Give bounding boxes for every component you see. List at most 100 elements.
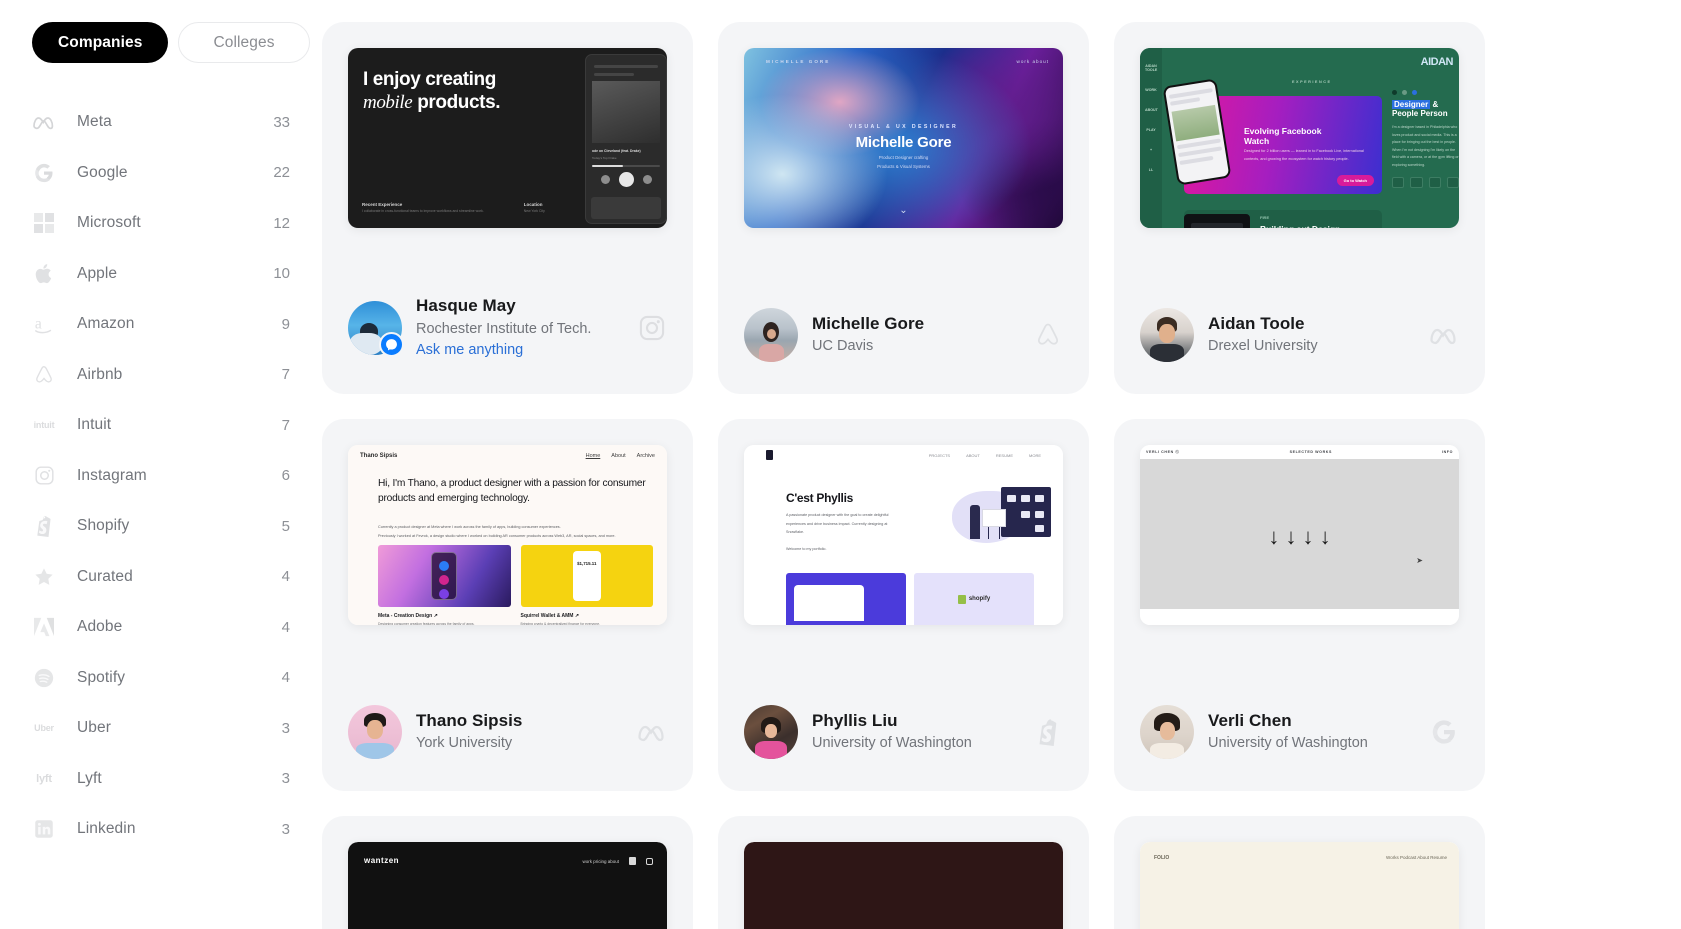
linkedin-icon bbox=[32, 817, 56, 841]
meta-icon bbox=[32, 110, 56, 134]
sidebar-item-count: 4 bbox=[281, 618, 290, 636]
footer-label: Location bbox=[523, 201, 543, 207]
about-heading-highlight: Designer bbox=[1392, 100, 1431, 109]
sidebar-item-count: 3 bbox=[281, 770, 290, 788]
sidebar-item-linkedin[interactable]: Linkedin 3 bbox=[32, 804, 290, 855]
person-school: Drexel University bbox=[1208, 338, 1318, 355]
nav-more[interactable]: MORE bbox=[1029, 453, 1041, 458]
thumb-desc-line1: Product Designer crafting bbox=[878, 155, 929, 160]
portfolio-grid: I enjoy creating mobile products. ode on… bbox=[322, 22, 1681, 929]
card-thumbnail[interactable]: MICHELLE GORE work about VISUAL & UX DES… bbox=[744, 48, 1063, 228]
sidebar-item-microsoft[interactable]: Microsoft 12 bbox=[32, 198, 290, 249]
nav-home[interactable]: Home bbox=[586, 453, 601, 459]
avatar[interactable] bbox=[744, 308, 798, 362]
adobe-icon bbox=[32, 615, 56, 639]
sidebar-item-intuit[interactable]: intuit Intuit 7 bbox=[32, 400, 290, 451]
project-caption-sub: Designing consumer creation features acr… bbox=[378, 622, 475, 625]
sidebar-item-airbnb[interactable]: Airbnb 7 bbox=[32, 350, 290, 401]
card-thumbnail[interactable]: I enjoy creating mobile products. ode on… bbox=[348, 48, 667, 228]
down-arrows: ↓ ↓ ↓ ↓ bbox=[1268, 524, 1331, 549]
apple-icon bbox=[32, 262, 56, 286]
avatar[interactable] bbox=[1140, 308, 1194, 362]
wallet-amount: $1,715.11 bbox=[577, 561, 597, 566]
portfolio-card[interactable] bbox=[718, 816, 1089, 929]
person-school: UC Davis bbox=[812, 338, 874, 355]
nav-projects[interactable]: PROJECTS bbox=[929, 453, 950, 458]
sidebar-item-uber[interactable]: Uber Uber 3 bbox=[32, 703, 290, 754]
person-name: Michelle Gore bbox=[812, 313, 925, 333]
linkedin-icon[interactable] bbox=[629, 857, 636, 865]
instagram-icon[interactable] bbox=[1428, 177, 1441, 189]
sidebar-item-spotify[interactable]: Spotify 4 bbox=[32, 653, 290, 704]
portfolio-card[interactable]: MICHELLE GORE work about VISUAL & UX DES… bbox=[718, 22, 1089, 394]
dribbble-icon[interactable] bbox=[1410, 177, 1423, 189]
go-to-watch-button[interactable]: Go to Watch bbox=[1336, 175, 1374, 186]
thumb-nav-info[interactable]: INFO bbox=[1442, 450, 1453, 454]
nav-resume[interactable]: RESUME bbox=[996, 453, 1013, 458]
portfolio-card[interactable]: FOLIO Works Podcast About Resume bbox=[1114, 816, 1485, 929]
thumb-footer-col: Location New York City bbox=[524, 202, 545, 214]
thumb-nav: work about bbox=[1016, 59, 1049, 64]
card-thumbnail[interactable]: AIDAN TOOLE WORK ABOUT PLAY + LL EXPERIE… bbox=[1140, 48, 1459, 228]
sidebar-item-shopify[interactable]: Shopify 5 bbox=[32, 501, 290, 552]
thumb-nav-selected-works[interactable]: SELECTED WORKS bbox=[1290, 450, 1332, 454]
sidebar-item-count: 10 bbox=[273, 265, 290, 283]
avatar[interactable] bbox=[348, 300, 404, 357]
card-thumbnail[interactable]: Thano Sipsis Home About Archive Hi, I'm … bbox=[348, 445, 667, 625]
avatar[interactable] bbox=[348, 705, 402, 759]
thumb-gradient-hero: MICHELLE GORE work about VISUAL & UX DES… bbox=[744, 48, 1063, 228]
rail-item: AIDAN TOOLE bbox=[1145, 64, 1158, 72]
airbnb-icon bbox=[32, 363, 56, 387]
thumb-nav: Home About Archive bbox=[586, 453, 655, 459]
portfolio-card[interactable]: VERLI CHEN ⓒ SELECTED WORKS INFO ↓ ↓ ↓ ↓… bbox=[1114, 419, 1485, 791]
tab-companies[interactable]: Companies bbox=[32, 22, 169, 63]
sidebar-item-amazon[interactable]: a Amazon 9 bbox=[32, 299, 290, 350]
player-controls bbox=[586, 172, 666, 187]
ask-me-anything-link[interactable]: Ask me anything bbox=[416, 340, 637, 362]
sidebar-item-curated[interactable]: Curated 4 bbox=[32, 552, 290, 603]
chevron-down-icon: ⌄ bbox=[899, 205, 908, 216]
phone-mockup bbox=[1162, 78, 1232, 186]
portfolio-card[interactable]: PROJECTS ABOUT RESUME MORE C'est Phyllis… bbox=[718, 419, 1089, 791]
amazon-icon: a bbox=[32, 312, 56, 336]
uber-icon: Uber bbox=[34, 723, 54, 734]
tab-colleges[interactable]: Colleges bbox=[178, 22, 310, 63]
portfolio-card[interactable]: Thano Sipsis Home About Archive Hi, I'm … bbox=[322, 419, 693, 791]
thumb-para2: Previously I worked at Fevrok, a design … bbox=[378, 533, 616, 538]
avatar[interactable] bbox=[1140, 705, 1194, 759]
rail-item: LL bbox=[1148, 168, 1154, 172]
card-thumbnail[interactable]: PROJECTS ABOUT RESUME MORE C'est Phyllis… bbox=[744, 445, 1063, 625]
nav-about[interactable]: ABOUT bbox=[966, 453, 980, 458]
sidebar-item-lyft[interactable]: lyft Lyft 3 bbox=[32, 754, 290, 805]
sidebar-item-apple[interactable]: Apple 10 bbox=[32, 249, 290, 300]
project2-eyebrow: FIRE bbox=[1260, 215, 1270, 220]
linkedin-icon[interactable] bbox=[1392, 177, 1405, 189]
person-name: Hasque May bbox=[416, 295, 516, 315]
thumb-heading: I enjoy creating mobile products. bbox=[363, 68, 501, 114]
portfolio-card[interactable]: AIDAN TOOLE WORK ABOUT PLAY + LL EXPERIE… bbox=[1114, 22, 1485, 394]
thumb-nav-label: work pricing about bbox=[582, 858, 619, 864]
card-thumbnail[interactable] bbox=[744, 842, 1063, 929]
nav-about[interactable]: About bbox=[611, 453, 625, 459]
card-thumbnail[interactable]: FOLIO Works Podcast About Resume bbox=[1140, 842, 1459, 929]
tab-colleges-label: Colleges bbox=[213, 33, 275, 51]
sidebar-item-google[interactable]: Google 22 bbox=[32, 148, 290, 199]
sidebar-item-instagram[interactable]: Instagram 6 bbox=[32, 451, 290, 502]
sidebar-item-adobe[interactable]: Adobe 4 bbox=[32, 602, 290, 653]
card-thumbnail[interactable]: wantzen work pricing about bbox=[348, 842, 667, 929]
portfolio-card[interactable]: wantzen work pricing about bbox=[322, 816, 693, 929]
card-thumbnail[interactable]: VERLI CHEN ⓒ SELECTED WORKS INFO ↓ ↓ ↓ ↓… bbox=[1140, 445, 1459, 625]
thumb-nav: Works Podcast About Resume bbox=[1386, 855, 1447, 860]
instagram-icon[interactable] bbox=[646, 857, 653, 865]
spotify-icon bbox=[32, 666, 56, 690]
avatar[interactable] bbox=[744, 705, 798, 759]
thumb-logo: MICHELLE GORE bbox=[766, 59, 831, 64]
mail-icon[interactable] bbox=[1446, 177, 1459, 189]
person-name: Thano Sipsis bbox=[416, 710, 523, 730]
thumb-paragraphs: Currently a product designer at Meta whe… bbox=[378, 523, 647, 540]
sidebar-item-meta[interactable]: Meta 33 bbox=[32, 97, 290, 148]
instagram-icon bbox=[32, 464, 56, 488]
nav-archive[interactable]: Archive bbox=[637, 453, 655, 459]
portfolio-card[interactable]: I enjoy creating mobile products. ode on… bbox=[322, 22, 693, 394]
sidebar-item-label: Curated bbox=[77, 567, 133, 585]
